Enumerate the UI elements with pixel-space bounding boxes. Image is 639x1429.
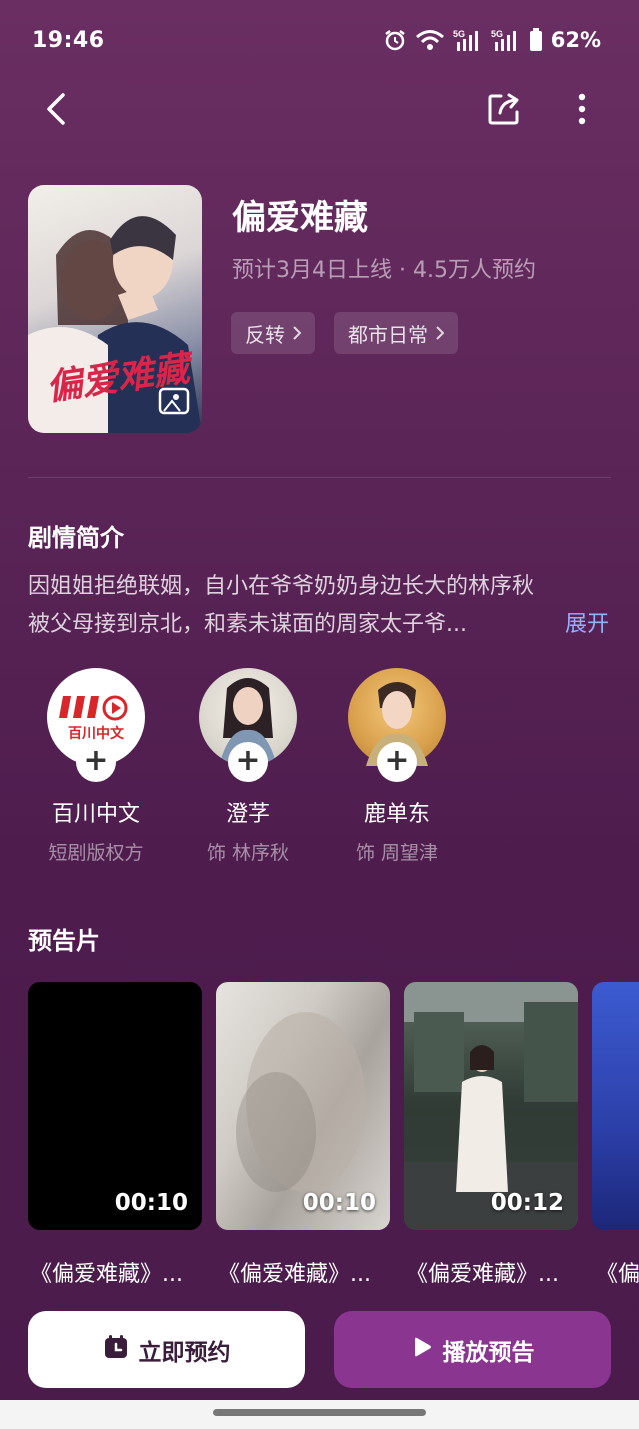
avatar: +	[199, 668, 297, 782]
cast-name: 鹿单东	[363, 802, 430, 827]
cast-item-actor[interactable]: + 鹿单东 饰 周望津	[322, 668, 472, 865]
chevron-right-icon	[436, 321, 445, 345]
drama-title: 偏爱难藏	[232, 198, 368, 238]
share-icon	[487, 92, 521, 130]
status-icons: 5G 5G 62%	[383, 28, 601, 52]
svg-text:5G: 5G	[453, 29, 465, 39]
avatar: +	[348, 668, 446, 782]
synopsis-text: 因姐姐拒绝联姻，自小在爷爷奶奶身边长大的林序秋 被父母接到京北，和素未谋面的周家…	[28, 568, 618, 644]
follow-plus-button[interactable]: +	[76, 742, 116, 782]
back-arrow-icon	[43, 92, 69, 130]
trailer-title[interactable]: 《偏爱难藏》...	[406, 1256, 586, 1288]
cast-role: 短剧版权方	[48, 842, 144, 864]
trailer-title[interactable]: 《偏爱难藏》...	[30, 1256, 210, 1288]
calendar-icon	[103, 1334, 129, 1366]
more-button[interactable]	[558, 87, 606, 135]
follow-plus-button[interactable]: +	[377, 742, 417, 782]
synopsis-line: 被父母接到京北，和素未谋面的周家太子爷...	[28, 612, 467, 637]
trailer-card[interactable]: 00:10	[28, 982, 202, 1230]
divider	[28, 477, 611, 478]
trailer-duration: 00:12	[490, 1190, 564, 1216]
cast-name: 澄芓	[225, 802, 270, 827]
tag-urban-daily[interactable]: 都市日常	[334, 312, 458, 354]
reserve-button[interactable]: 立即预约	[28, 1311, 305, 1388]
cast-item-producer[interactable]: 百川中文 + 百川中文 短剧版权方	[21, 668, 171, 865]
5g-signal-icon: 5G	[491, 28, 521, 52]
share-button[interactable]	[480, 87, 528, 135]
expand-link[interactable]: 展开	[565, 606, 609, 638]
release-info: 预计3月4日上线 · 4.5万人预约	[232, 258, 536, 283]
tag-label: 都市日常	[348, 322, 428, 347]
cast-role: 饰 周望津	[355, 842, 439, 864]
reserve-label: 立即预约	[138, 1339, 231, 1366]
avatar: 百川中文 +	[47, 668, 145, 782]
alarm-icon	[383, 28, 407, 52]
home-indicator[interactable]	[213, 1409, 426, 1416]
trailer-duration: 00:10	[302, 1190, 376, 1216]
more-vertical-icon	[577, 92, 587, 130]
trailers-heading: 预告片	[28, 927, 100, 955]
cast-role: 饰 林序秋	[206, 842, 290, 864]
tag-reversal[interactable]: 反转	[231, 312, 315, 354]
play-trailer-label: 播放预告	[442, 1339, 535, 1366]
trailer-card[interactable]: 00:12	[404, 982, 578, 1230]
trailer-duration: 00:10	[114, 1190, 188, 1216]
5g-signal-icon: 5G	[453, 28, 483, 52]
drama-poster[interactable]: 偏爱难藏	[28, 185, 202, 433]
svg-text:5G: 5G	[491, 29, 503, 39]
back-button[interactable]	[32, 87, 80, 135]
cast-name: 百川中文	[51, 802, 140, 827]
synopsis-line: 因姐姐拒绝联姻，自小在爷爷奶奶身边长大的林序秋	[28, 574, 535, 599]
follow-plus-button[interactable]: +	[228, 742, 268, 782]
tag-label: 反转	[245, 322, 285, 347]
play-trailer-button[interactable]: 播放预告	[334, 1311, 611, 1388]
trailer-card[interactable]: 00:10	[216, 982, 390, 1230]
wifi-icon	[415, 29, 445, 51]
play-icon	[411, 1336, 433, 1364]
trailer-card[interactable]	[592, 982, 639, 1230]
producer-logo-text: 百川中文	[68, 725, 125, 742]
status-time: 19:46	[32, 28, 105, 53]
battery-icon	[529, 28, 543, 52]
cast-item-actress[interactable]: + 澄芓 饰 林序秋	[173, 668, 323, 865]
trailer-title[interactable]: 《偏爱难藏》...	[218, 1256, 398, 1288]
chevron-right-icon	[293, 321, 302, 345]
trailer-title[interactable]: 《偏	[596, 1256, 639, 1288]
battery-percent: 62%	[550, 28, 601, 52]
synopsis-heading: 剧情简介	[28, 524, 124, 552]
